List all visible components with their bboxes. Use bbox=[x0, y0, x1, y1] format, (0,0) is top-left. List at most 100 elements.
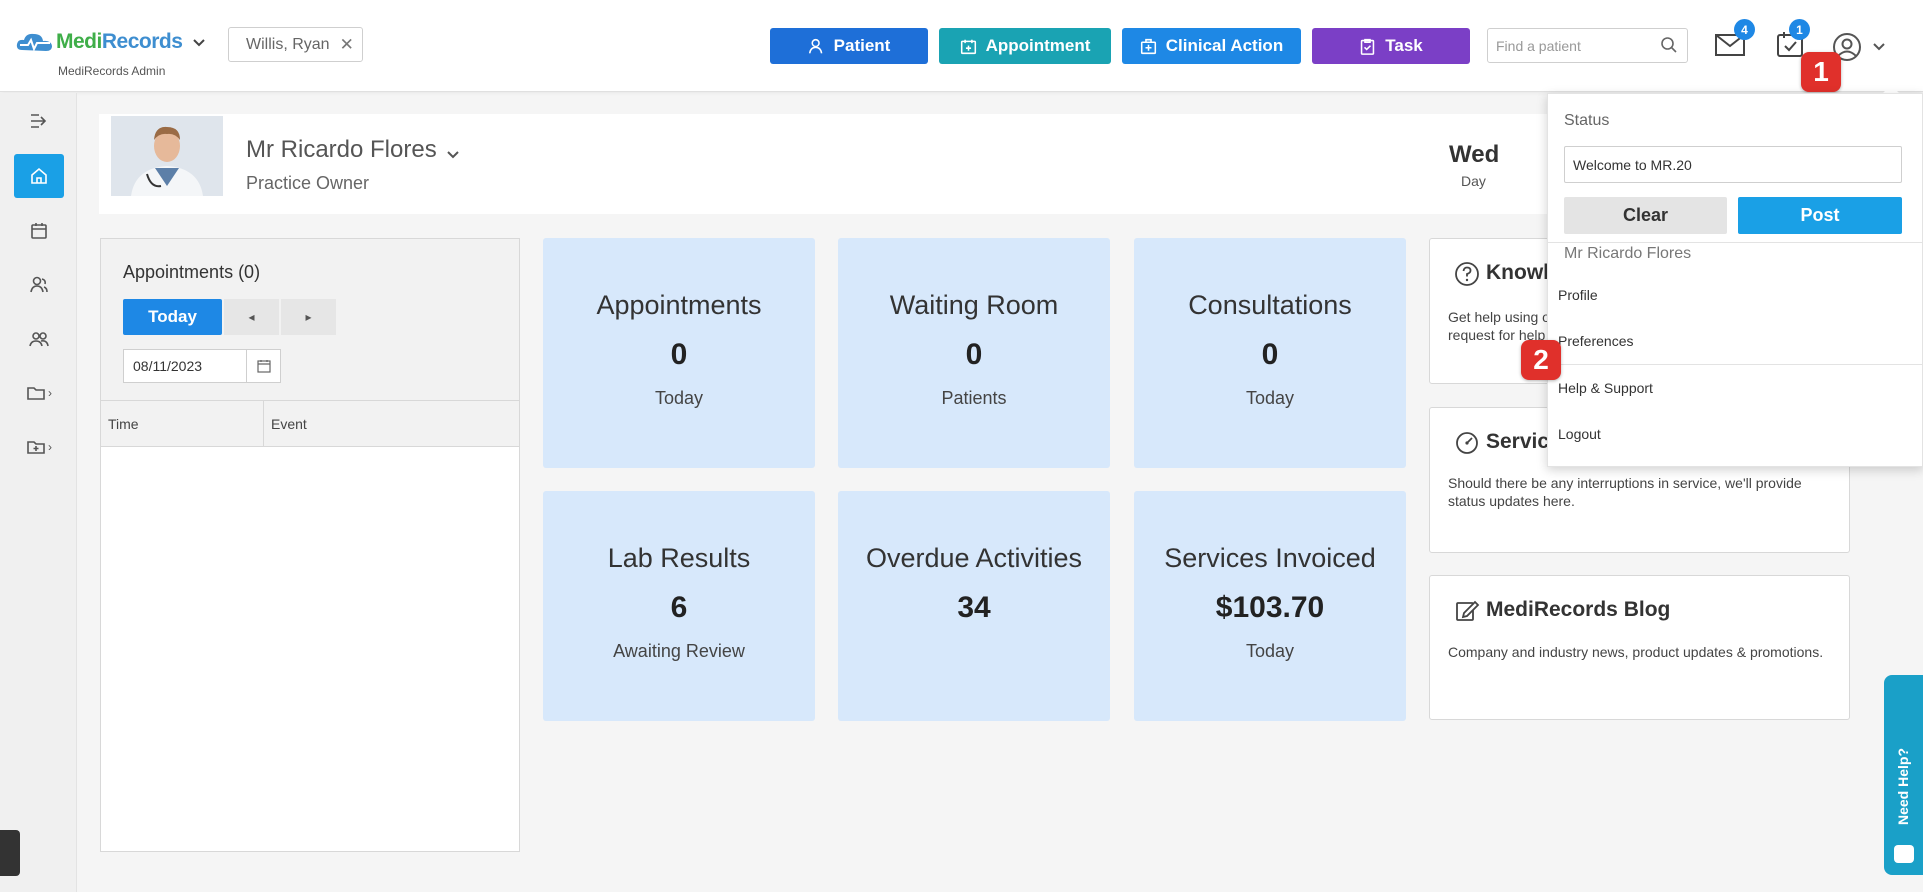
left-sidebar: › › bbox=[0, 93, 77, 892]
overdue-activities-tile[interactable]: Overdue Activities 34 bbox=[838, 491, 1110, 721]
need-help-label: Need Help? bbox=[1895, 747, 1911, 825]
current-day: Wed bbox=[1449, 141, 1500, 168]
appointments-panel-header: Appointments (0) Today ◂ ▸ 08/11/2023 bbox=[101, 239, 519, 401]
users-icon bbox=[29, 332, 49, 347]
tile-subtitle: Today bbox=[654, 388, 704, 408]
chevron-down-icon[interactable] bbox=[446, 150, 460, 160]
current-patient-chip[interactable]: Willis, Ryan ✕ bbox=[228, 27, 363, 62]
waiting-room-tile[interactable]: Waiting Room 0 Patients bbox=[838, 238, 1110, 468]
avatar bbox=[111, 116, 223, 196]
tile-subtitle: Today bbox=[1245, 641, 1295, 661]
menu-item-profile[interactable]: Profile bbox=[1558, 287, 1598, 303]
column-header-time[interactable]: Time bbox=[101, 401, 264, 446]
sidebar-item-patients[interactable] bbox=[14, 263, 64, 307]
clinical-action-label: Clinical Action bbox=[1165, 36, 1284, 55]
column-header-event[interactable]: Event bbox=[264, 401, 307, 446]
medirecords-logo[interactable]: MediRecords bbox=[14, 30, 183, 54]
appointments-table-header: Time Event bbox=[101, 401, 519, 447]
clear-status-button[interactable]: Clear bbox=[1564, 197, 1727, 234]
mail-count-badge: 4 bbox=[1734, 19, 1755, 40]
blog-card[interactable]: MediRecords Blog Company and industry ne… bbox=[1429, 575, 1850, 720]
expand-sidebar-button[interactable] bbox=[14, 99, 64, 143]
doctor-role: Practice Owner bbox=[246, 173, 370, 193]
patient-search-input[interactable] bbox=[1487, 28, 1688, 63]
sidebar-item-add-folder[interactable]: › bbox=[14, 425, 64, 469]
tile-value: 0 bbox=[965, 338, 983, 371]
help-circle-icon bbox=[1455, 262, 1479, 286]
tile-title: Overdue Activities bbox=[865, 543, 1083, 573]
tile-value: 34 bbox=[957, 591, 991, 624]
appointments-title: Appointments (0) bbox=[123, 262, 261, 282]
sidebar-item-home[interactable] bbox=[14, 154, 64, 198]
service-status-body: Should there be any interruptions in ser… bbox=[1448, 475, 1802, 509]
date-value: 08/11/2023 bbox=[133, 358, 203, 374]
chevron-right-icon: › bbox=[48, 440, 52, 454]
doctor-photo bbox=[111, 116, 223, 196]
sidebar-item-folders[interactable]: › bbox=[14, 371, 64, 415]
lab-results-tile[interactable]: Lab Results 6 Awaiting Review bbox=[543, 491, 815, 721]
speedometer-icon bbox=[1456, 432, 1478, 454]
new-task-button[interactable]: Task bbox=[1312, 28, 1470, 64]
chevron-down-icon[interactable] bbox=[1872, 42, 1886, 52]
step-callout-2: 2 bbox=[1521, 340, 1561, 380]
close-icon[interactable]: ✕ bbox=[340, 35, 354, 55]
folder-plus-icon bbox=[27, 441, 45, 454]
menu-item-help-support[interactable]: Help & Support bbox=[1558, 380, 1653, 396]
folder-icon bbox=[27, 387, 45, 400]
medical-bag-icon bbox=[1140, 38, 1156, 54]
divider bbox=[1548, 364, 1922, 365]
status-input[interactable] bbox=[1564, 146, 1902, 183]
chat-icon bbox=[1894, 845, 1914, 863]
sidebar-item-calendar[interactable] bbox=[14, 209, 64, 253]
logo-subtitle: MediRecords Admin bbox=[58, 64, 166, 78]
messages-button[interactable]: 4 bbox=[1714, 19, 1755, 63]
search-icon[interactable] bbox=[1660, 36, 1678, 54]
chevron-right-icon: › bbox=[48, 386, 52, 400]
tile-title: Lab Results bbox=[607, 543, 751, 573]
person-add-icon bbox=[808, 38, 823, 53]
clinical-action-button[interactable]: Clinical Action bbox=[1122, 28, 1301, 64]
tile-title: Appointments bbox=[596, 290, 762, 320]
blog-body: Company and industry news, product updat… bbox=[1448, 644, 1824, 660]
new-appointment-button[interactable]: Appointment bbox=[939, 28, 1111, 64]
knowledge-base-title: Knowl bbox=[1486, 261, 1549, 284]
tile-value: 6 bbox=[670, 591, 688, 624]
need-help-tab[interactable]: Need Help? bbox=[1884, 675, 1923, 875]
tile-subtitle: Patients bbox=[941, 388, 1007, 408]
previous-day-button[interactable]: ◂ bbox=[224, 299, 279, 335]
menu-item-preferences[interactable]: Preferences bbox=[1558, 333, 1633, 349]
clipboard-check-icon bbox=[1361, 38, 1375, 55]
tile-subtitle: Today bbox=[1245, 388, 1295, 408]
new-patient-button[interactable]: Patient bbox=[770, 28, 928, 64]
chevron-down-icon[interactable] bbox=[192, 38, 206, 48]
tile-title: Waiting Room bbox=[889, 290, 1059, 320]
new-patient-label: Patient bbox=[833, 36, 891, 55]
tile-title: Consultations bbox=[1188, 290, 1352, 320]
tile-value: 0 bbox=[1261, 338, 1279, 371]
home-icon bbox=[31, 167, 47, 184]
services-invoiced-tile[interactable]: Services Invoiced $103.70 Today bbox=[1134, 491, 1406, 721]
menu-item-logout[interactable]: Logout bbox=[1558, 426, 1601, 442]
date-picker-field[interactable]: 08/11/2023 bbox=[123, 349, 281, 383]
step-callout-1: 1 bbox=[1801, 52, 1841, 92]
logo-text: MediRecords bbox=[56, 30, 183, 53]
profile-header: Mr Ricardo Flores Practice Owner Wed Day bbox=[99, 114, 1549, 214]
side-toggle-tab[interactable] bbox=[0, 830, 20, 876]
today-button[interactable]: Today bbox=[123, 299, 222, 335]
appointments-tile[interactable]: Appointments 0 Today bbox=[543, 238, 815, 468]
cloud-logo-icon bbox=[16, 33, 52, 52]
post-status-button[interactable]: Post bbox=[1738, 197, 1902, 234]
current-patient-name: Willis, Ryan bbox=[246, 35, 330, 53]
current-day-label: Day bbox=[1461, 173, 1486, 189]
tile-value: 0 bbox=[670, 338, 688, 371]
sidebar-item-contacts[interactable] bbox=[14, 317, 64, 361]
knowledge-base-body: Get help using o request for help bbox=[1448, 309, 1550, 343]
patients-icon bbox=[30, 276, 48, 293]
top-bar: MediRecords MediRecords Admin Willis, Ry… bbox=[0, 0, 1923, 92]
consultations-tile[interactable]: Consultations 0 Today bbox=[1134, 238, 1406, 468]
tasks-button[interactable]: 1 bbox=[1776, 19, 1810, 63]
next-day-button[interactable]: ▸ bbox=[281, 299, 336, 335]
service-status-title: Servic bbox=[1486, 430, 1550, 453]
calendar-icon[interactable] bbox=[246, 350, 280, 382]
calendar-icon bbox=[31, 223, 47, 239]
